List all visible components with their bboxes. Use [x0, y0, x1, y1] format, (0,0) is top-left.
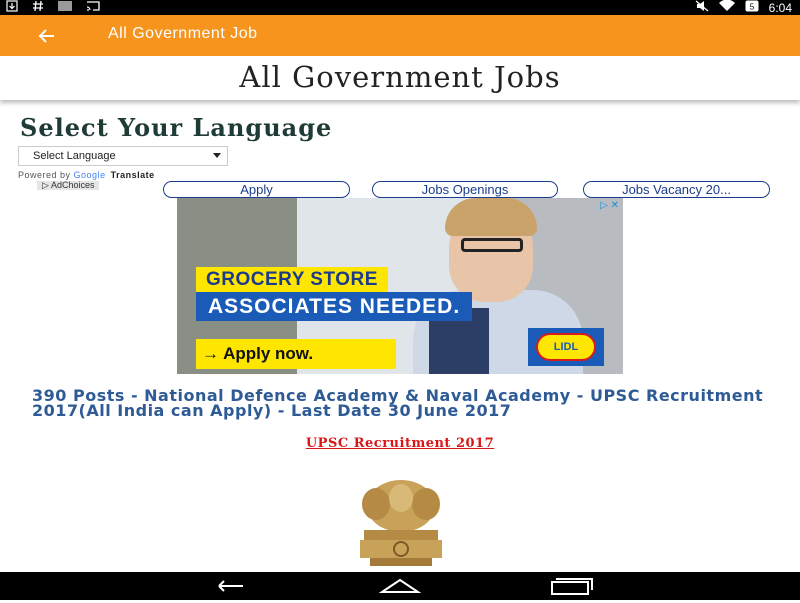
adchoices-label: AdChoices [50, 180, 95, 190]
ad-brand-logo: LIDL [528, 328, 604, 366]
ad-person-glasses [461, 238, 523, 252]
wifi-icon [718, 0, 735, 15]
download-icon [6, 0, 18, 15]
translate-label: Translate [110, 170, 155, 180]
battery-icon: 5 [745, 0, 759, 15]
svg-text:5: 5 [749, 3, 754, 12]
chevron-down-icon [213, 153, 221, 158]
page-title: All Government Jobs [239, 60, 561, 94]
link-pill-jobs-openings[interactable]: Jobs Openings [372, 181, 558, 198]
system-nav-bar [0, 572, 800, 600]
barcode-icon [58, 0, 72, 15]
ad-person-hair [445, 198, 537, 236]
cast-icon [86, 0, 100, 15]
ad-headline-2: ASSOCIATES NEEDED. [196, 292, 473, 321]
ad-brand-label: LIDL [536, 333, 596, 361]
status-bar: 5 6:04 [0, 0, 800, 15]
back-button[interactable] [34, 23, 64, 49]
ad-cta[interactable]: → Apply now. [196, 339, 396, 369]
home-nav-icon[interactable] [375, 574, 425, 598]
article-title[interactable]: 390 Posts - National Defence Academy & N… [32, 388, 772, 419]
national-emblem-image [336, 476, 466, 572]
link-pill-jobs-vacancy[interactable]: Jobs Vacancy 20... [583, 181, 770, 198]
hashtag-icon [32, 0, 44, 15]
ad-close-icon[interactable]: ▷ ✕ [600, 200, 619, 211]
powered-by-google-translate[interactable]: Powered by Google Translate [18, 170, 155, 180]
adchoices-icon: ▷ [42, 180, 51, 190]
powered-by-label: Powered by [18, 170, 71, 180]
ad-banner[interactable]: GROCERY STORE ASSOCIATES NEEDED. → Apply… [177, 198, 623, 374]
language-heading: Select Your Language [20, 113, 333, 142]
mute-icon [695, 0, 709, 15]
adchoices-badge[interactable]: ▷ AdChoices [37, 180, 100, 190]
language-select[interactable]: Select Language [18, 146, 228, 166]
app-toolbar: All Government Job [0, 15, 800, 56]
google-label: Google [73, 170, 106, 180]
toolbar-title: All Government Job [108, 25, 258, 42]
upsc-recruitment-link[interactable]: UPSC Recruitment 2017 [0, 436, 800, 451]
back-nav-icon[interactable] [205, 574, 255, 598]
recents-nav-icon[interactable] [546, 574, 596, 598]
arrow-back-icon [38, 29, 54, 43]
language-select-value: Select Language [33, 150, 116, 162]
clock: 6:04 [768, 0, 792, 15]
link-pill-apply[interactable]: Apply [163, 181, 350, 198]
ad-headline-1: GROCERY STORE [196, 267, 388, 292]
